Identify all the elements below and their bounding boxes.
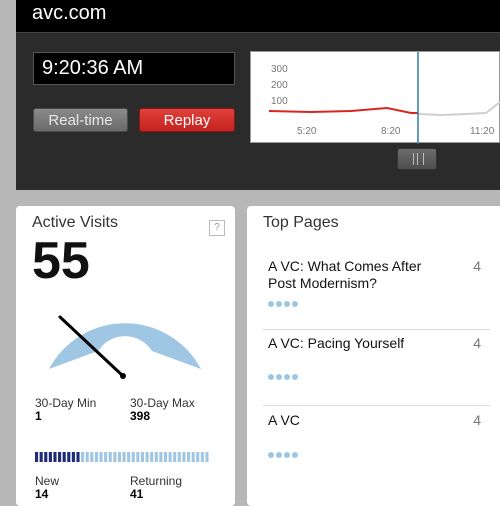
y-tick-200: 200: [271, 80, 288, 91]
new-segment: [44, 452, 48, 462]
new-returning-bar: [35, 452, 210, 462]
max-value: 398: [130, 409, 151, 423]
returning-segment: [117, 452, 121, 462]
new-segment: [39, 452, 43, 462]
min-label: 30-Day Min: [35, 396, 97, 410]
returning-segment: [104, 452, 108, 462]
returning-segment: [177, 452, 181, 462]
active-visits-card: Active Visits ? 55 30-Day Min 1 30-Day M…: [16, 206, 235, 506]
new-segment: [58, 452, 62, 462]
returning-segment: [182, 452, 186, 462]
returning-value: 41: [130, 487, 144, 501]
divider: [263, 405, 490, 406]
active-visits-count: 55: [32, 232, 90, 290]
time-display: 9:20:36 AM: [33, 52, 235, 85]
x-tick-520: 5:20: [297, 126, 317, 137]
y-tick-100: 100: [271, 96, 288, 107]
domain-text: avc.com: [32, 2, 107, 24]
new-segment: [62, 452, 66, 462]
x-tick-1120: 11:20: [470, 126, 495, 137]
returning-segment: [154, 452, 158, 462]
help-icon[interactable]: ?: [209, 220, 225, 236]
grip-icon: [413, 153, 424, 165]
returning-segment: [205, 452, 209, 462]
page-item[interactable]: A VC: What Comes After Post Modernism? 4: [263, 258, 487, 328]
returning-segment: [108, 452, 112, 462]
series-history: [268, 106, 418, 114]
page-count: 4: [473, 258, 481, 274]
replay-button[interactable]: Replay: [139, 108, 235, 132]
divider: [263, 329, 490, 330]
new-segment: [67, 452, 71, 462]
x-tick-820: 8:20: [381, 126, 401, 137]
gauge-arc: [49, 323, 201, 369]
returning-segment: [113, 452, 117, 462]
returning-segment: [94, 452, 98, 462]
page-item[interactable]: A VC: Pacing Yourself 4: [263, 335, 487, 405]
page-title[interactable]: A VC: [268, 412, 448, 429]
returning-segment: [99, 452, 103, 462]
new-segment: [48, 452, 52, 462]
timeline-scrubber-handle[interactable]: [397, 148, 437, 170]
returning-segment: [150, 452, 154, 462]
series-projection: [417, 101, 500, 117]
returning-segment: [173, 452, 177, 462]
page-count: 4: [473, 335, 481, 351]
returning-segment: [196, 452, 200, 462]
activity-dots: [268, 452, 298, 458]
new-segment: [71, 452, 75, 462]
returning-segment: [163, 452, 168, 462]
returning-segment: [136, 452, 140, 462]
visits-gauge: [49, 315, 201, 379]
new-label: New: [35, 474, 60, 488]
returning-segment: [186, 452, 191, 462]
returning-segment: [81, 452, 85, 462]
active-visits-title: Active Visits: [32, 214, 118, 231]
returning-segment: [140, 452, 145, 462]
returning-segment: [85, 452, 89, 462]
returning-segment: [200, 452, 204, 462]
visits-chart[interactable]: 300 200 100 5:20 8:20 11:20: [250, 51, 500, 144]
new-value: 14: [35, 487, 49, 501]
returning-segment: [159, 452, 163, 462]
top-pages-title: Top Pages: [263, 214, 339, 231]
domain-bar: avc.com: [16, 0, 500, 33]
realtime-button[interactable]: Real-time: [33, 108, 128, 132]
activity-dots: [268, 374, 298, 380]
returning-segment: [145, 452, 149, 462]
returning-segment: [131, 452, 135, 462]
returning-segment: [122, 452, 126, 462]
new-segment: [76, 452, 80, 462]
returning-segment: [191, 452, 195, 462]
new-segment: [35, 452, 39, 462]
top-pages-card: Top Pages A VC: What Comes After Post Mo…: [247, 206, 500, 506]
returning-label: Returning: [130, 474, 183, 488]
activity-dots: [268, 301, 298, 307]
y-tick-300: 300: [271, 64, 288, 75]
page-item[interactable]: A VC 4: [263, 412, 487, 482]
time-text: 9:20:36 AM: [42, 57, 144, 79]
page-title[interactable]: A VC: What Comes After Post Modernism?: [268, 258, 448, 292]
new-segment: [53, 452, 57, 462]
min-value: 1: [35, 409, 42, 423]
gauge-pivot: [120, 373, 126, 379]
max-label: 30-Day Max: [130, 396, 195, 410]
returning-segment: [127, 452, 131, 462]
returning-segment: [90, 452, 94, 462]
page-count: 4: [473, 412, 481, 428]
returning-segment: [168, 452, 172, 462]
page-title[interactable]: A VC: Pacing Yourself: [268, 335, 448, 352]
